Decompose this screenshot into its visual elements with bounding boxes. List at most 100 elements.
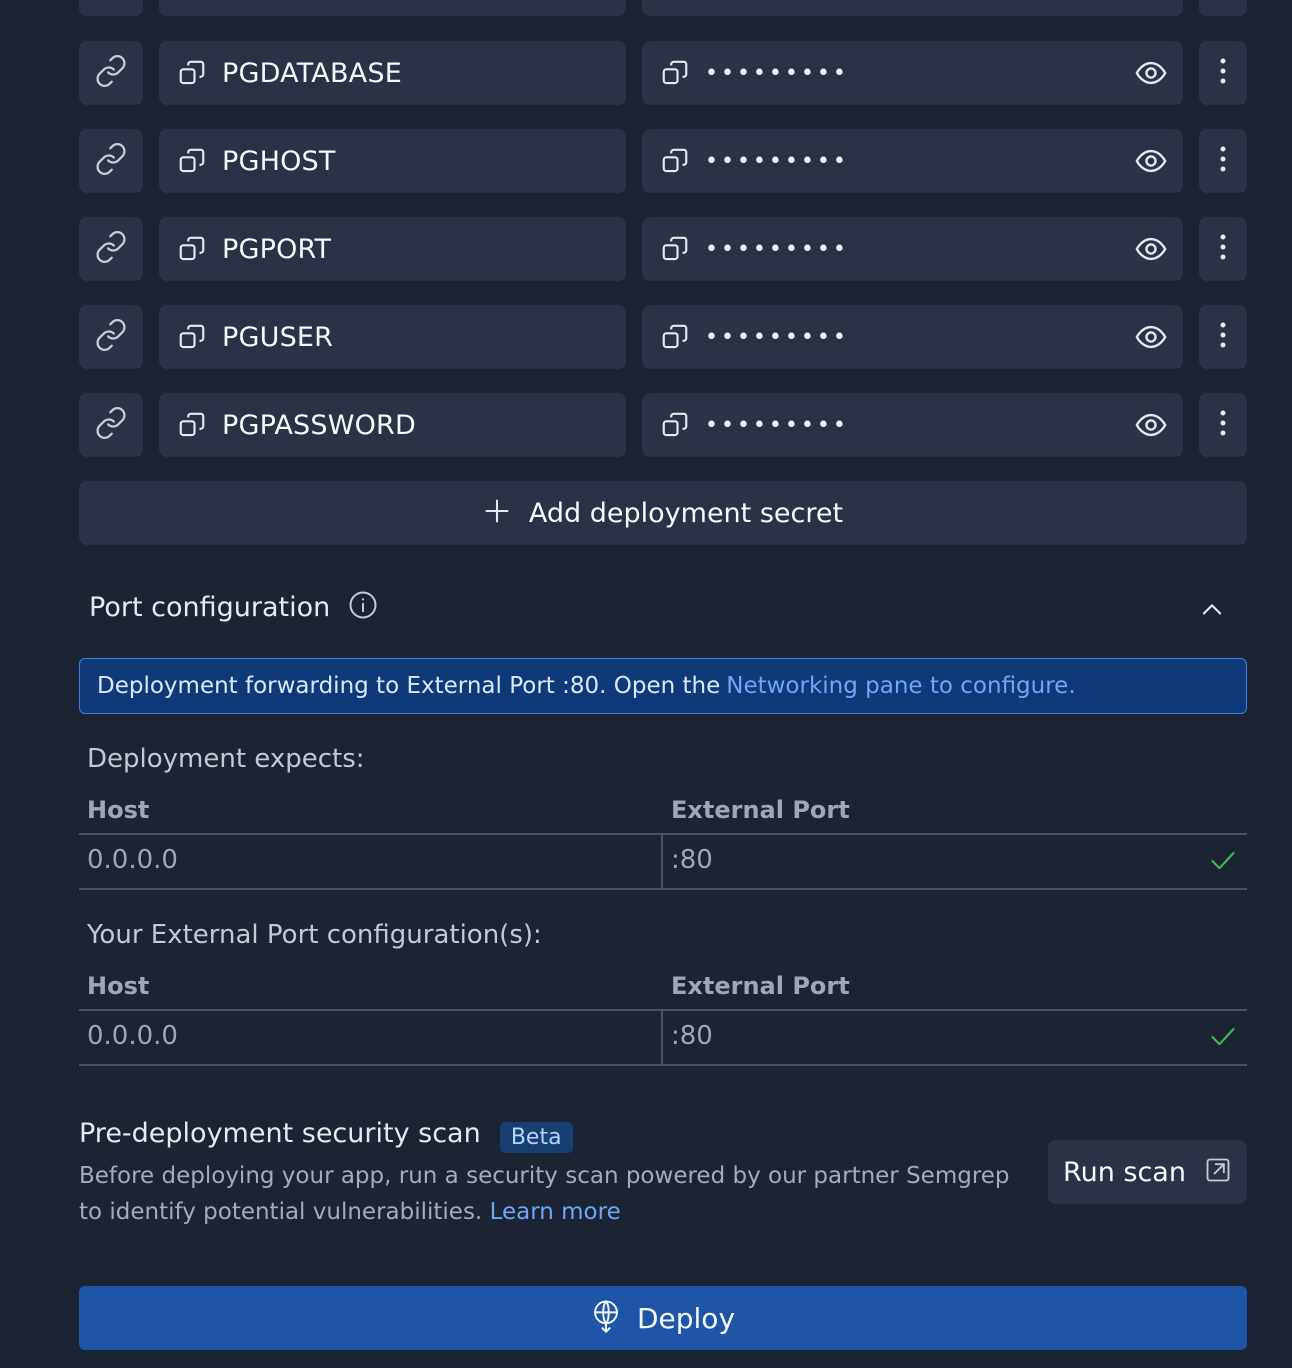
security-scan-title: Pre-deployment security scan xyxy=(79,1118,481,1149)
port-value: :80 xyxy=(671,845,713,875)
secret-key-label: PGHOST xyxy=(222,145,336,177)
link-icon xyxy=(94,54,128,92)
add-deployment-secret-label: Add deployment secret xyxy=(528,497,844,529)
copy-icon[interactable] xyxy=(659,409,691,441)
add-deployment-secret-button[interactable]: Add deployment secret xyxy=(79,481,1247,545)
table-divider xyxy=(79,888,1247,890)
col-header-host: Host xyxy=(87,972,150,1000)
secret-key-field[interactable]: PGDATABASE xyxy=(159,41,626,105)
port-config-title: Port configuration xyxy=(89,591,331,623)
secret-key-label: PGUSER xyxy=(222,321,334,353)
more-options-button[interactable] xyxy=(1199,41,1247,105)
secret-value-field[interactable]: ••••••••• xyxy=(642,305,1183,369)
link-secret-button[interactable] xyxy=(79,393,143,457)
more-options-button[interactable] xyxy=(1199,129,1247,193)
check-icon xyxy=(1209,846,1237,878)
deploy-icon xyxy=(591,1299,621,1337)
port-value: :80 xyxy=(671,1021,713,1051)
run-scan-button[interactable]: Run scan xyxy=(1048,1140,1247,1204)
plus-icon xyxy=(483,497,511,529)
kebab-icon xyxy=(1218,408,1228,442)
partial-row-link-cell xyxy=(79,0,143,16)
host-value: 0.0.0.0 xyxy=(87,1021,178,1051)
col-header-external-port: External Port xyxy=(671,796,850,824)
deployment-expects-heading: Deployment expects: xyxy=(87,744,365,774)
link-icon xyxy=(94,318,128,356)
port-forwarding-banner: Deployment forwarding to External Port :… xyxy=(79,658,1247,714)
learn-more-link[interactable]: Learn more xyxy=(490,1199,621,1225)
secret-key-label: PGDATABASE xyxy=(222,57,402,89)
more-options-button[interactable] xyxy=(1199,217,1247,281)
secret-value-field[interactable]: ••••••••• xyxy=(642,41,1183,105)
secret-key-field[interactable]: PGHOST xyxy=(159,129,626,193)
deploy-button[interactable]: Deploy xyxy=(79,1286,1247,1350)
copy-icon[interactable] xyxy=(176,233,208,265)
copy-icon[interactable] xyxy=(176,145,208,177)
beta-badge: Beta xyxy=(499,1122,573,1153)
secret-value-masked: ••••••••• xyxy=(705,148,849,174)
more-options-button[interactable] xyxy=(1199,393,1247,457)
link-secret-button[interactable] xyxy=(79,217,143,281)
copy-icon[interactable] xyxy=(659,57,691,89)
eye-icon[interactable] xyxy=(1133,143,1169,179)
link-secret-button[interactable] xyxy=(79,129,143,193)
secret-value-field[interactable]: ••••••••• xyxy=(642,393,1183,457)
deployment-expects-table: Host External Port 0.0.0.0 :80 xyxy=(79,796,1247,890)
partial-row-value-cell xyxy=(642,0,1183,16)
secret-value-masked: ••••••••• xyxy=(705,60,849,86)
link-icon xyxy=(94,142,128,180)
eye-icon[interactable] xyxy=(1133,55,1169,91)
security-scan-header: Pre-deployment security scan Beta xyxy=(79,1118,573,1153)
table-divider xyxy=(79,833,1247,835)
column-divider xyxy=(661,835,663,888)
copy-icon[interactable] xyxy=(176,409,208,441)
deploy-label: Deploy xyxy=(636,1301,736,1335)
copy-icon[interactable] xyxy=(176,321,208,353)
col-header-host: Host xyxy=(87,796,150,824)
copy-icon[interactable] xyxy=(659,321,691,353)
partial-row-menu-cell xyxy=(1199,0,1247,16)
table-divider xyxy=(79,1064,1247,1066)
col-header-external-port: External Port xyxy=(671,972,850,1000)
link-secret-button[interactable] xyxy=(79,41,143,105)
more-options-button[interactable] xyxy=(1199,305,1247,369)
table-divider xyxy=(79,1009,1247,1011)
partial-row-key-cell xyxy=(159,0,626,16)
kebab-icon xyxy=(1218,56,1228,90)
info-icon[interactable] xyxy=(348,590,378,624)
kebab-icon xyxy=(1218,232,1228,266)
secret-key-field[interactable]: PGPASSWORD xyxy=(159,393,626,457)
secret-row: PGHOST ••••••••• xyxy=(79,129,1247,193)
networking-pane-link[interactable]: Networking pane to configure. xyxy=(726,673,1075,699)
copy-icon[interactable] xyxy=(659,233,691,265)
eye-icon[interactable] xyxy=(1133,231,1169,267)
secret-key-field[interactable]: PGUSER xyxy=(159,305,626,369)
secret-value-masked: ••••••••• xyxy=(705,412,849,438)
secret-value-masked: ••••••••• xyxy=(705,236,849,262)
banner-text: Deployment forwarding to External Port :… xyxy=(97,673,721,699)
secret-value-field[interactable]: ••••••••• xyxy=(642,217,1183,281)
secret-key-field[interactable]: PGPORT xyxy=(159,217,626,281)
eye-icon[interactable] xyxy=(1133,407,1169,443)
your-port-config-table: Host External Port 0.0.0.0 :80 xyxy=(79,972,1247,1066)
secret-value-field[interactable]: ••••••••• xyxy=(642,129,1183,193)
copy-icon[interactable] xyxy=(176,57,208,89)
security-scan-description: Before deploying your app, run a securit… xyxy=(79,1158,1039,1230)
kebab-icon xyxy=(1218,320,1228,354)
link-secret-button[interactable] xyxy=(79,305,143,369)
external-link-icon xyxy=(1204,1156,1232,1188)
host-value: 0.0.0.0 xyxy=(87,845,178,875)
eye-icon[interactable] xyxy=(1133,319,1169,355)
copy-icon[interactable] xyxy=(659,145,691,177)
secret-row: PGPORT ••••••••• xyxy=(79,217,1247,281)
secret-row: PGUSER ••••••••• xyxy=(79,305,1247,369)
link-icon xyxy=(94,230,128,268)
your-port-config-heading: Your External Port configuration(s): xyxy=(87,920,542,950)
check-icon xyxy=(1209,1022,1237,1054)
link-icon xyxy=(94,406,128,444)
chevron-up-icon[interactable] xyxy=(1198,596,1226,628)
kebab-icon xyxy=(1218,144,1228,178)
column-divider xyxy=(661,1011,663,1064)
port-config-header[interactable]: Port configuration xyxy=(89,590,378,624)
run-scan-label: Run scan xyxy=(1063,1156,1186,1188)
